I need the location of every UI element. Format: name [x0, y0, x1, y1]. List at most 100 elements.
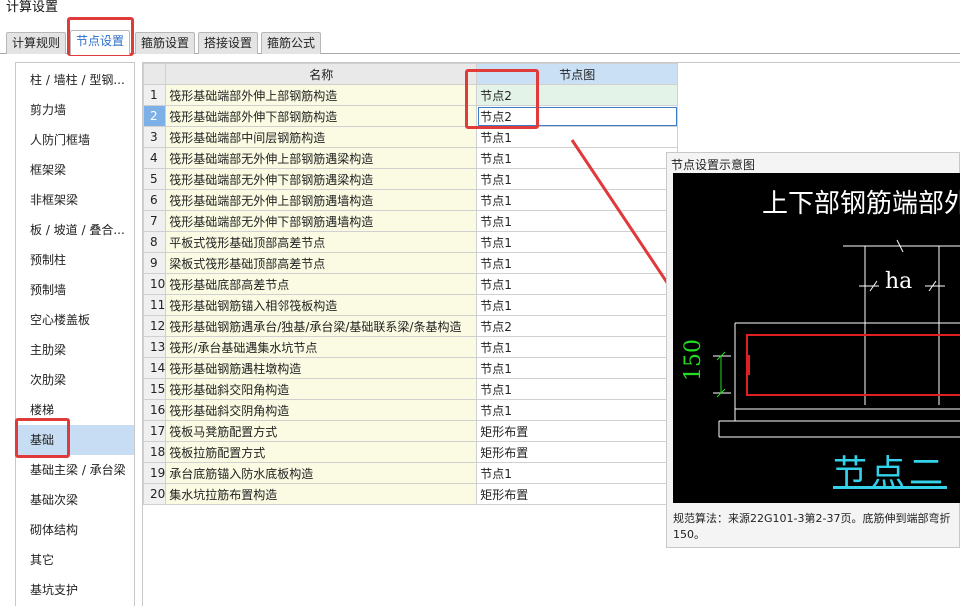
sidebar-item-hollow-slab[interactable]: 空心楼盖板 [16, 305, 134, 335]
window-title: 计算设置 [6, 0, 59, 15]
table-row[interactable]: 16 筏形基础斜交阴角构造 节点1 [142, 399, 679, 421]
sidebar-item-pit-support[interactable]: 基坑支护 [16, 575, 134, 605]
row-index: 17 [142, 420, 167, 442]
row-node-select[interactable]: 节点1 [476, 168, 679, 190]
sidebar-item-foundation[interactable]: 基础 [16, 425, 134, 455]
row-index: 20 [142, 483, 167, 505]
table-row[interactable]: 15 筏形基础斜交阳角构造 节点1 [142, 378, 679, 400]
row-name: 筏形基础端部无外伸上部钢筋遇墙构造 [165, 189, 478, 211]
table-row[interactable]: 1 筏形基础端部外伸上部钢筋构造 节点2 [142, 84, 679, 106]
component-sidebar: 柱 / 墙柱 / 型钢... 剪力墙 人防门框墙 框架梁 非框架梁 板 / 坡道… [15, 62, 135, 606]
row-name: 筏形基础斜交阳角构造 [165, 378, 478, 400]
row-name: 筏板马凳筋配置方式 [165, 420, 478, 442]
row-node-select[interactable]: 节点1 [476, 252, 679, 274]
header-node[interactable]: 节点图 [476, 63, 679, 85]
sidebar-item-civil-defense-door[interactable]: 人防门框墙 [16, 125, 134, 155]
row-node-select[interactable]: 节点1 [476, 357, 679, 379]
sidebar-item-stairs[interactable]: 楼梯 [16, 395, 134, 425]
row-node-select[interactable]: 节点1 [476, 210, 679, 232]
table-row[interactable]: 20 集水坑拉筋布置构造 矩形布置 [142, 483, 679, 505]
row-node-select[interactable]: 节点1 [476, 126, 679, 148]
row-name: 梁板式筏形基础顶部高差节点 [165, 252, 478, 274]
table-row[interactable]: 11 筏形基础钢筋锚入相邻筏板构造 节点1 [142, 294, 679, 316]
row-node-select[interactable]: 节点2 [476, 84, 679, 106]
sidebar-item-masonry[interactable]: 砌体结构 [16, 515, 134, 545]
row-node-select[interactable]: 矩形布置 [476, 420, 679, 442]
sidebar-item-column[interactable]: 柱 / 墙柱 / 型钢... [16, 65, 134, 95]
table-row[interactable]: 10 筏形基础底部高差节点 节点1 [142, 273, 679, 295]
sidebar-item-frame-beam[interactable]: 框架梁 [16, 155, 134, 185]
tab-lap-settings[interactable]: 搭接设置 [198, 32, 259, 54]
preview-title: 节点设置示意图 [671, 158, 756, 172]
table-row[interactable]: 2 筏形基础端部外伸下部钢筋构造 节点2 [142, 105, 679, 127]
header-index [142, 63, 167, 85]
row-node-select[interactable]: 节点1 [476, 462, 679, 484]
sidebar-item-foundation-main-beam[interactable]: 基础主梁 / 承台梁 [16, 455, 134, 485]
table-row[interactable]: 14 筏形基础钢筋遇柱墩构造 节点1 [142, 357, 679, 379]
row-node-select[interactable]: 节点1 [476, 147, 679, 169]
sidebar-item-non-frame-beam[interactable]: 非框架梁 [16, 185, 134, 215]
row-node-select[interactable]: 矩形布置 [476, 441, 679, 463]
table-row[interactable]: 7 筏形基础端部无外伸下部钢筋遇墙构造 节点1 [142, 210, 679, 232]
row-name: 筏形基础钢筋遇承台/独基/承台梁/基础联系梁/条基构造 [165, 315, 478, 337]
row-node-select[interactable]: 节点1 [476, 189, 679, 211]
row-name: 筏板拉筋配置方式 [165, 441, 478, 463]
row-node-select[interactable]: 矩形布置 [476, 483, 679, 505]
row-name: 筏形基础钢筋遇柱墩构造 [165, 357, 478, 379]
table-row[interactable]: 9 梁板式筏形基础顶部高差节点 节点1 [142, 252, 679, 274]
sidebar-item-main-rib-beam[interactable]: 主肋梁 [16, 335, 134, 365]
row-index: 8 [142, 231, 167, 253]
row-name: 承台底筋锚入防水底板构造 [165, 462, 478, 484]
tab-node-settings[interactable]: 节点设置 [70, 30, 131, 55]
row-name: 筏形基础端部中间层钢筋构造 [165, 126, 478, 148]
sidebar-item-shear-wall[interactable]: 剪力墙 [16, 95, 134, 125]
table-row[interactable]: 17 筏板马凳筋配置方式 矩形布置 [142, 420, 679, 442]
sidebar-item-secondary-rib-beam[interactable]: 次肋梁 [16, 365, 134, 395]
sidebar-item-foundation-secondary-beam[interactable]: 基础次梁 [16, 485, 134, 515]
row-node-select[interactable]: 节点1 [476, 336, 679, 358]
sidebar-item-precast-column[interactable]: 预制柱 [16, 245, 134, 275]
table-row[interactable]: 5 筏形基础端部无外伸下部钢筋遇梁构造 节点1 [142, 168, 679, 190]
table-row[interactable]: 12 筏形基础钢筋遇承台/独基/承台梁/基础联系梁/条基构造 节点2 [142, 315, 679, 337]
row-node-select[interactable]: 节点1 [476, 378, 679, 400]
diagram-node-name: 节点二 [833, 453, 947, 493]
row-name: 筏形基础端部无外伸下部钢筋遇梁构造 [165, 168, 478, 190]
table-row[interactable]: 19 承台底筋锚入防水底板构造 节点1 [142, 462, 679, 484]
row-node-select[interactable]: 节点1 [476, 273, 679, 295]
row-index: 16 [142, 399, 167, 421]
row-index: 3 [142, 126, 167, 148]
row-name: 筏形基础端部无外伸下部钢筋遇墙构造 [165, 210, 478, 232]
row-name: 集水坑拉筋布置构造 [165, 483, 478, 505]
table-row[interactable]: 3 筏形基础端部中间层钢筋构造 节点1 [142, 126, 679, 148]
row-index: 12 [142, 315, 167, 337]
row-name: 筏形/承台基础遇集水坑节点 [165, 336, 478, 358]
table-row[interactable]: 8 平板式筏形基础顶部高差节点 节点1 [142, 231, 679, 253]
row-index: 15 [142, 378, 167, 400]
sidebar-item-precast-wall[interactable]: 预制墙 [16, 275, 134, 305]
row-index: 11 [142, 294, 167, 316]
row-index: 6 [142, 189, 167, 211]
row-index: 7 [142, 210, 167, 232]
row-node-select[interactable]: 节点2 [476, 315, 679, 337]
table-row[interactable]: 18 筏板拉筋配置方式 矩形布置 [142, 441, 679, 463]
row-index: 18 [142, 441, 167, 463]
row-node-select[interactable]: 节点1 [476, 231, 679, 253]
row-node-select[interactable]: 节点2 [476, 105, 679, 127]
node-table: 名称 节点图 1 筏形基础端部外伸上部钢筋构造 节点2 2 筏形基础端部外伸下部钢筋构造… [142, 63, 679, 505]
table-row[interactable]: 4 筏形基础端部无外伸上部钢筋遇梁构造 节点1 [142, 147, 679, 169]
row-index: 10 [142, 273, 167, 295]
table-row[interactable]: 13 筏形/承台基础遇集水坑节点 节点1 [142, 336, 679, 358]
header-name[interactable]: 名称 [165, 63, 478, 85]
row-index: 2 [142, 105, 167, 127]
tab-stirrup-formula[interactable]: 箍筋公式 [261, 32, 322, 54]
node-diagram: 上下部钢筋端部外 ha 150 节点二 [673, 173, 960, 503]
row-index: 4 [142, 147, 167, 169]
diagram-label-ha: ha [885, 269, 913, 294]
row-node-select[interactable]: 节点1 [476, 294, 679, 316]
tab-calc-rules[interactable]: 计算规则 [6, 32, 67, 54]
tab-stirrup-settings[interactable]: 箍筋设置 [135, 32, 196, 54]
sidebar-item-slab[interactable]: 板 / 坡道 / 叠合... [16, 215, 134, 245]
table-row[interactable]: 6 筏形基础端部无外伸上部钢筋遇墙构造 节点1 [142, 189, 679, 211]
row-node-select[interactable]: 节点1 [476, 399, 679, 421]
sidebar-item-other[interactable]: 其它 [16, 545, 134, 575]
